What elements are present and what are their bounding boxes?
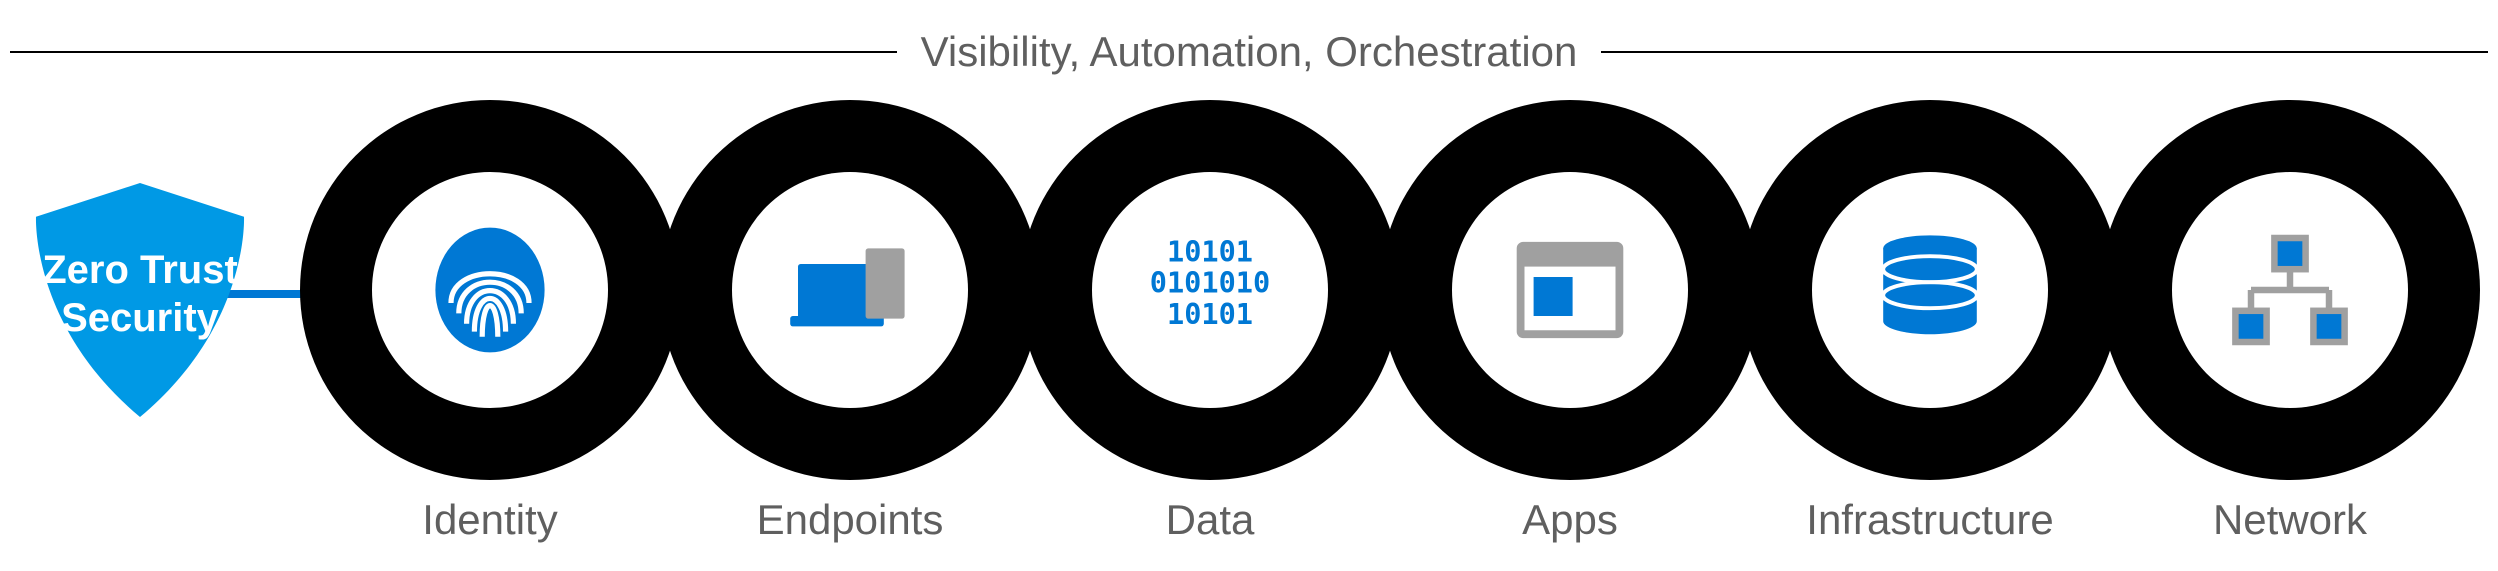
binary-icon: 10101 0101010 10101 [1145, 225, 1275, 355]
pillar-endpoints: Endpoints [660, 100, 1040, 544]
pillar-label: Data [1020, 496, 1400, 544]
zero-trust-shield: Zero Trust Security [10, 170, 270, 435]
top-label: Visibility, Automation, Orchestration [897, 28, 1602, 76]
svg-text:10101: 10101 [1167, 234, 1253, 268]
pillar-inner [732, 172, 968, 408]
pillar-ring [2100, 100, 2480, 480]
pillar-label: Infrastructure [1740, 496, 2120, 544]
top-divider: Visibility, Automation, Orchestration [10, 28, 2488, 76]
pillar-network: Network [2100, 100, 2480, 544]
svg-text:0101010: 0101010 [1150, 266, 1270, 300]
shield-text: Zero Trust Security [10, 246, 270, 342]
svg-text:10101: 10101 [1167, 297, 1253, 331]
pillar-identity: Identity [300, 100, 680, 544]
top-line-right [1601, 51, 2488, 53]
top-line-left [10, 51, 897, 53]
pillar-apps: Apps [1380, 100, 1760, 544]
network-tree-icon [2225, 225, 2355, 355]
fingerprint-icon [425, 225, 555, 355]
pillar-ring [1380, 100, 1760, 480]
pillar-label: Network [2100, 496, 2480, 544]
pillar-infrastructure: Infrastructure [1740, 100, 2120, 544]
pillar-label: Endpoints [660, 496, 1040, 544]
pillar-inner [2172, 172, 2408, 408]
pillar-ring [300, 100, 680, 480]
shield-line1: Zero Trust [42, 248, 238, 292]
pillar-inner [1812, 172, 2048, 408]
pillar-data: 10101 0101010 10101 Data [1020, 100, 1400, 544]
shield-line2: Security [61, 296, 219, 340]
window-icon [1505, 225, 1635, 355]
pillar-label: Identity [300, 496, 680, 544]
pillar-inner: 10101 0101010 10101 [1092, 172, 1328, 408]
pillar-ring [660, 100, 1040, 480]
pillar-label: Apps [1380, 496, 1760, 544]
pillar-ring [1740, 100, 2120, 480]
pillar-inner [372, 172, 608, 408]
pillar-ring: 10101 0101010 10101 [1020, 100, 1400, 480]
pillar-inner [1452, 172, 1688, 408]
pillar-chain: Zero Trust Security Identity [10, 100, 2488, 480]
database-icon [1865, 225, 1995, 355]
devices-icon [785, 225, 915, 355]
